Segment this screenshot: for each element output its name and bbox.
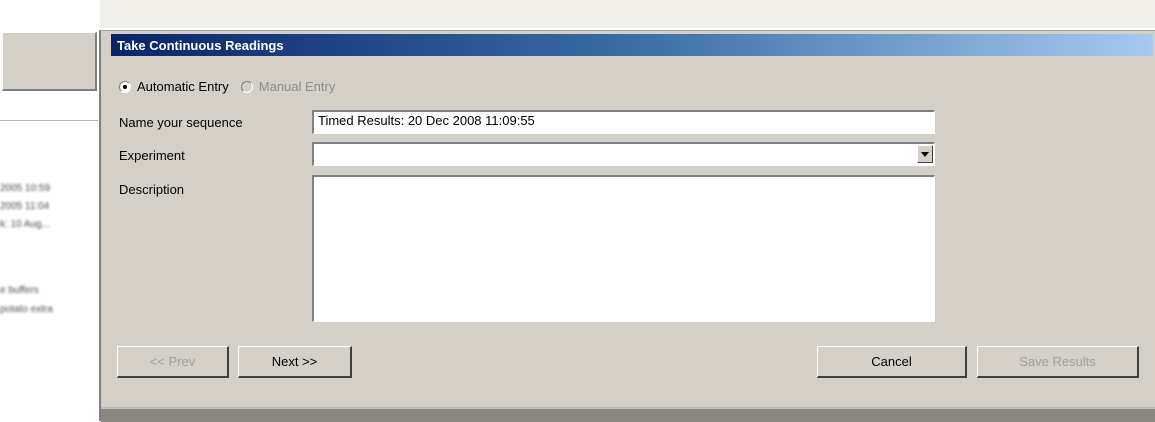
manual-entry-radio: [240, 80, 253, 93]
sequence-name-label: Name your sequence: [119, 115, 243, 130]
chevron-down-icon: [921, 151, 929, 157]
manual-entry-label: Manual Entry: [258, 79, 336, 94]
description-textarea[interactable]: [312, 175, 935, 322]
cancel-button[interactable]: Cancel: [817, 346, 967, 378]
entry-mode-group: Automatic Entry Manual Entry: [119, 79, 341, 94]
automatic-entry-label[interactable]: Automatic Entry: [137, 79, 229, 94]
background-text: potato extra: [0, 304, 53, 315]
experiment-dropdown-button[interactable]: [917, 145, 933, 163]
sequence-name-input[interactable]: Timed Results: 20 Dec 2008 11:09:55: [312, 110, 935, 134]
take-readings-dialog: Take Continuous Readings Automatic Entry…: [99, 30, 1155, 422]
dialog-titlebar[interactable]: Take Continuous Readings: [111, 34, 1153, 56]
background-text: k: 10 Aug...: [0, 219, 51, 230]
next-button[interactable]: Next >>: [238, 346, 352, 378]
background-text: 2005 10:59: [0, 183, 51, 194]
experiment-select[interactable]: [312, 142, 935, 166]
save-results-button: Save Results: [977, 346, 1139, 378]
automatic-entry-radio[interactable]: [119, 80, 131, 93]
background-panel: [2, 32, 97, 91]
experiment-label: Experiment: [119, 148, 185, 163]
background-text: e buffers: [0, 285, 39, 296]
dialog-bottom-edge: [101, 407, 1155, 422]
dialog-title: Take Continuous Readings: [117, 38, 284, 53]
background-text: 2005 11:04: [0, 201, 50, 212]
description-label: Description: [119, 182, 185, 197]
dialog-bottom-highlight: [101, 407, 1155, 409]
background-top-bar: [0, 0, 1155, 28]
background-divider: [0, 120, 98, 121]
background-window: 2005 10:59 2005 11:04 k: 10 Aug... e buf…: [0, 0, 100, 421]
prev-button: << Prev: [117, 346, 229, 378]
